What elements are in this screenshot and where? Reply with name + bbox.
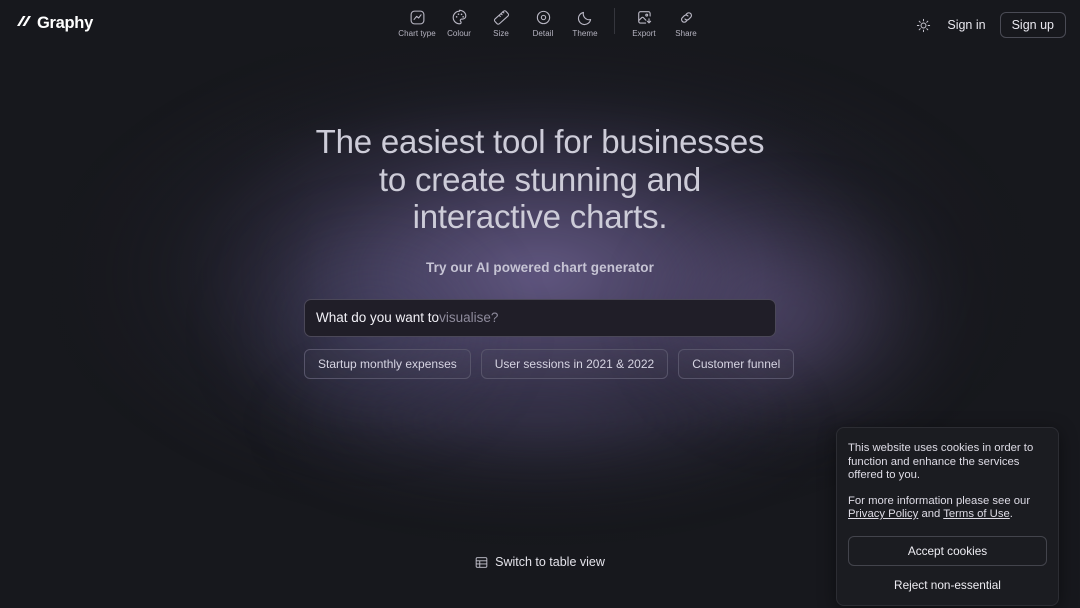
toolbar-item-colour[interactable]: Colour — [438, 4, 480, 38]
suggestion-chip-user-sessions[interactable]: User sessions in 2021 & 2022 — [480, 348, 669, 379]
toolbar-item-detail[interactable]: Detail — [522, 4, 564, 38]
chart-type-icon — [409, 8, 426, 26]
ruler-icon — [493, 8, 510, 26]
palette-icon — [451, 8, 468, 26]
toolbar-divider — [614, 8, 615, 34]
toolbar-label: Chart type — [398, 29, 436, 38]
suggestion-chip-list: Startup monthly expenses User sessions i… — [304, 348, 795, 379]
sign-in-link[interactable]: Sign in — [947, 18, 985, 32]
suggestion-chip-customer-funnel[interactable]: Customer funnel — [678, 348, 795, 379]
toolbar-label: Export — [632, 29, 656, 38]
toolbar-label: Size — [493, 29, 509, 38]
cookie-paragraph-secondary: For more information please see our Priv… — [848, 495, 1047, 522]
chart-toolbar: Chart type Colour Size Detail Theme Expo… — [396, 4, 707, 38]
toolbar-item-theme[interactable]: Theme — [564, 4, 606, 38]
toolbar-label: Detail — [532, 29, 554, 38]
sun-icon[interactable] — [913, 15, 933, 35]
headline-line-1: The easiest tool for businesses — [315, 123, 765, 160]
prompt-search-input[interactable] — [304, 298, 776, 337]
page-title: The easiest tool for businesses to creat… — [220, 123, 860, 235]
terms-of-use-link[interactable]: Terms of Use — [943, 508, 1010, 520]
sign-up-button[interactable]: Sign up — [999, 12, 1066, 38]
moon-icon — [577, 8, 594, 26]
toolbar-label: Theme — [572, 29, 598, 38]
toolbar-item-share[interactable]: Share — [665, 4, 707, 38]
suggestion-chip-startup-expenses[interactable]: Startup monthly expenses — [304, 348, 471, 379]
top-navigation-bar: Graphy Chart type Colour Size Detail The… — [0, 0, 1080, 47]
toolbar-item-export[interactable]: Export — [623, 4, 665, 38]
detail-eye-icon — [535, 8, 552, 26]
link-share-icon — [678, 8, 695, 26]
cookie-paragraph-primary: This website uses cookies in order to fu… — [848, 442, 1034, 481]
reject-non-essential-button[interactable]: Reject non-essential — [848, 576, 1047, 595]
privacy-policy-link[interactable]: Privacy Policy — [848, 508, 918, 520]
accept-cookies-button[interactable]: Accept cookies — [848, 535, 1047, 566]
slash-mark-icon — [14, 13, 34, 34]
image-export-icon — [636, 8, 653, 26]
cookie-text-suffix: . — [1009, 508, 1013, 520]
headline-line-3: interactive charts. — [412, 198, 668, 235]
switch-to-table-view-label: Switch to table view — [495, 555, 605, 569]
brand-name: Graphy — [37, 14, 93, 32]
cookie-text-prefix: For more information please see our — [848, 494, 1031, 507]
headline-line-2: to create stunning and — [378, 160, 702, 198]
toolbar-item-size[interactable]: Size — [480, 4, 522, 38]
page-subtitle: Try our AI powered chart generator — [426, 259, 654, 275]
brand-logo[interactable]: Graphy — [14, 13, 93, 34]
cookie-text-middle: and — [918, 508, 944, 520]
toolbar-item-chart-type[interactable]: Chart type — [396, 4, 438, 38]
toolbar-label: Share — [675, 29, 697, 38]
toolbar-label: Colour — [447, 29, 471, 38]
prompt-search-container: What do you want to visualise? — [304, 298, 776, 337]
cookie-consent-banner: This website uses cookies in order to fu… — [836, 427, 1059, 606]
account-actions: Sign in Sign up — [913, 12, 1066, 38]
table-grid-icon — [475, 556, 488, 569]
